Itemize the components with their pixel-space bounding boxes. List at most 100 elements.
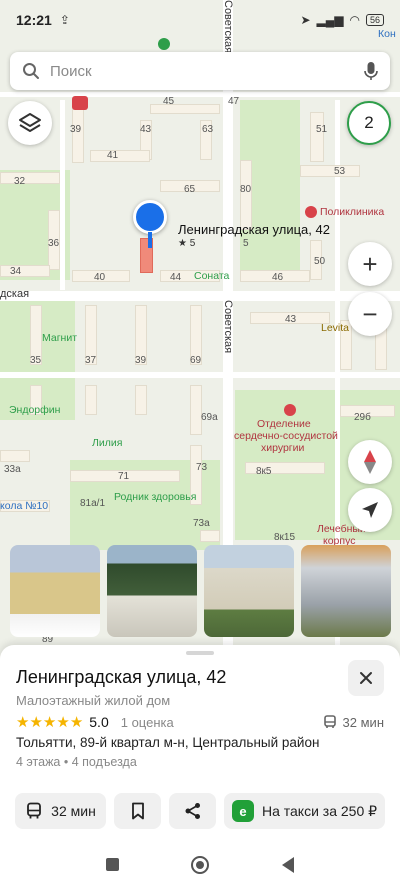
place-type: Малоэтажный жилой дом: [16, 693, 171, 708]
bus-icon: [27, 802, 42, 819]
location-icon: ➤: [300, 13, 311, 27]
microphone-icon[interactable]: [364, 61, 378, 81]
house-number: 51: [316, 124, 328, 135]
search-bar[interactable]: [10, 52, 390, 90]
poi-rodnik[interactable]: Родник здоровья: [114, 491, 196, 503]
place-card: Ленинградская улица, 42 Малоэтажный жило…: [0, 645, 400, 840]
layer-count: 2: [364, 113, 374, 132]
house-number: 63: [202, 124, 214, 135]
photo-carousel[interactable]: [0, 545, 400, 637]
system-nav-bar: [0, 840, 400, 889]
minus-icon: −: [362, 299, 378, 329]
share-button[interactable]: [169, 793, 216, 829]
poi-shkola[interactable]: кола №10: [0, 500, 48, 512]
star-icon: ★: [29, 713, 43, 731]
route-transit-button[interactable]: 32 мин: [15, 793, 106, 829]
pin-rating: ★ 5: [178, 238, 196, 249]
road: [0, 372, 400, 378]
house-number: 46: [272, 272, 284, 283]
my-location-button[interactable]: [348, 488, 392, 532]
recents-icon[interactable]: [106, 858, 120, 871]
house-number: 65: [184, 184, 196, 195]
zoom-in-button[interactable]: +: [348, 242, 392, 286]
house-number: 45: [163, 96, 175, 107]
close-icon: [360, 672, 372, 684]
close-button[interactable]: [348, 660, 384, 696]
layers-button[interactable]: [8, 101, 52, 145]
back-icon[interactable]: [281, 856, 294, 873]
house-number: 69а: [201, 412, 218, 423]
building: [200, 530, 220, 542]
navigation-arrow-icon: [362, 502, 378, 518]
status-bar: 12:21 ⇪ ➤ ▂▄▆ ◠ 56: [0, 0, 400, 40]
pyaterochka-icon[interactable]: [72, 96, 88, 110]
photo-thumbnail[interactable]: [204, 545, 294, 637]
building: [85, 385, 97, 415]
zoom-out-button[interactable]: −: [348, 292, 392, 336]
house-number: 50: [314, 256, 326, 267]
share-icon: [185, 803, 200, 819]
house-number: 44: [170, 272, 182, 283]
house-number: 29б: [354, 412, 371, 423]
building: [240, 160, 252, 230]
house-number: 80: [240, 184, 252, 195]
poi-magnit[interactable]: Магнит: [42, 332, 77, 344]
photo-thumbnail[interactable]: [301, 545, 391, 637]
road: [60, 100, 65, 290]
taxi-button[interactable]: e На такси за 250 ₽: [224, 793, 385, 829]
rating-count[interactable]: 1 оценка: [121, 715, 174, 730]
house-number: 43: [140, 124, 152, 135]
location-pin[interactable]: [133, 200, 167, 234]
poi-otdelenie[interactable]: хирургии: [261, 442, 304, 454]
house-number: 47: [228, 96, 240, 107]
drag-handle[interactable]: [186, 651, 214, 655]
building: [0, 265, 50, 277]
photo-thumbnail[interactable]: [107, 545, 197, 637]
pin-label[interactable]: Ленинградская улица, 42: [178, 222, 330, 237]
signal-icon: ▂▄▆: [316, 13, 344, 27]
building: [72, 108, 84, 163]
building: [310, 112, 324, 162]
building: [135, 385, 147, 415]
transit-time: 32 мин: [342, 714, 384, 730]
photo-thumbnail[interactable]: [10, 545, 100, 637]
layer-count-button[interactable]: 2: [347, 101, 391, 145]
road: [0, 92, 400, 97]
search-icon: [23, 63, 39, 79]
house-number: 35: [30, 355, 42, 366]
bus-icon: [323, 715, 336, 728]
house-number: 32: [14, 176, 26, 187]
poi-endorfin[interactable]: Эндорфин: [9, 404, 60, 416]
house-number: 36: [48, 238, 60, 249]
poi-otdelenie[interactable]: Отделение: [257, 418, 311, 430]
house-number: 34: [10, 266, 22, 277]
poi-sonata[interactable]: Соната: [194, 270, 229, 282]
building: [0, 172, 60, 184]
house-number: 41: [107, 150, 119, 161]
bookmark-button[interactable]: [114, 793, 161, 829]
plus-icon: +: [362, 249, 378, 279]
address: Тольятти, 89-й квартал м-н, Центральный …: [16, 735, 320, 750]
hospital-icon[interactable]: [284, 404, 296, 416]
star-icon: ★: [42, 713, 57, 731]
house-number: 53: [334, 166, 346, 177]
home-icon[interactable]: [191, 855, 210, 874]
house-number: 71: [118, 471, 130, 482]
place-title: Ленинградская улица, 42: [16, 667, 227, 687]
hospital-icon[interactable]: [305, 206, 317, 218]
compass-button[interactable]: [348, 440, 392, 484]
house-number: 43: [285, 314, 297, 325]
house-number: 39: [70, 124, 82, 135]
poi-liliya[interactable]: Лилия: [92, 437, 122, 449]
compass-icon: [364, 450, 376, 474]
street-label: Советская: [222, 300, 234, 354]
poi-levita[interactable]: Levita: [321, 322, 349, 334]
poi-otdelenie[interactable]: сердечно-сосудистой: [234, 430, 338, 442]
building: [90, 150, 150, 162]
poi-poliklinika[interactable]: Поликлиника: [320, 206, 384, 218]
search-input[interactable]: [50, 62, 364, 80]
star-icon: ★: [56, 713, 70, 731]
location-pin-stem: [148, 232, 152, 248]
house-number: 8к5: [256, 466, 272, 477]
house-number: 33а: [4, 464, 21, 475]
